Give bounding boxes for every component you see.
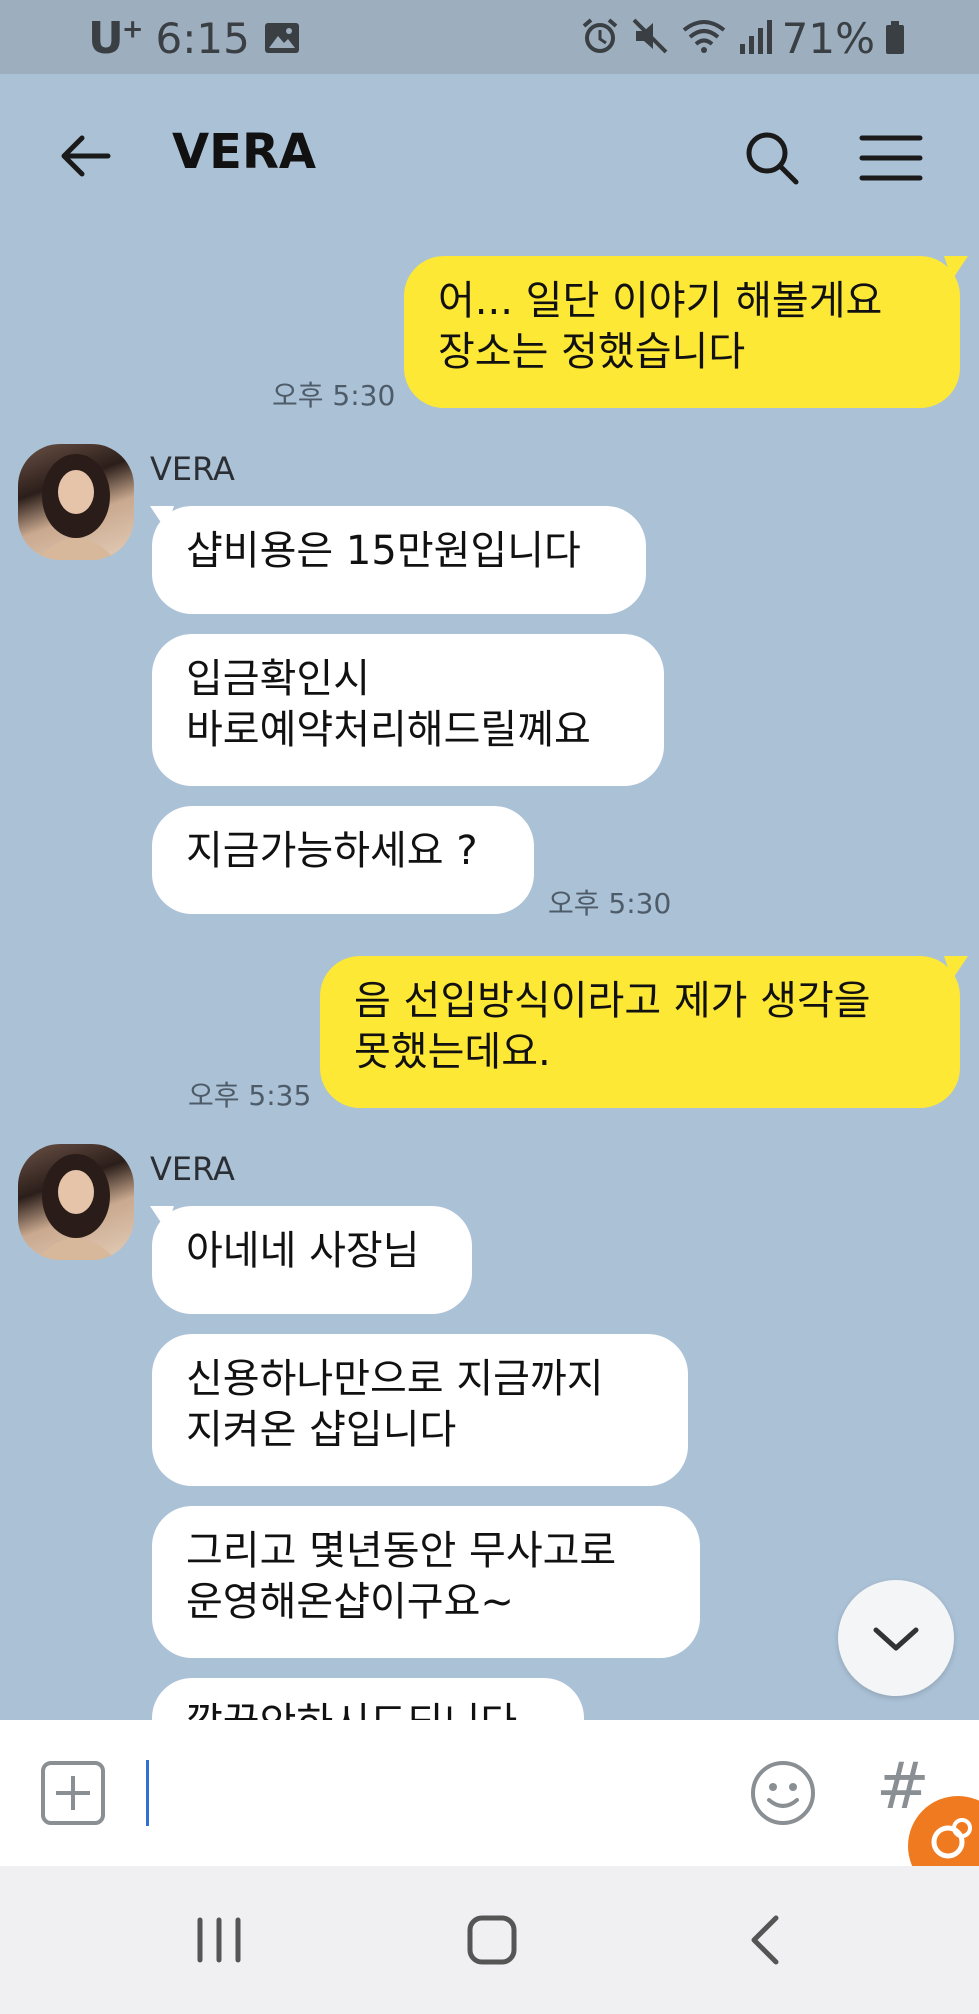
smile-icon	[751, 1761, 815, 1825]
signal-icon	[738, 16, 772, 60]
system-nav-bar	[0, 1866, 979, 2014]
message-time: 오후 5:30	[548, 887, 672, 920]
scroll-down-button[interactable]	[838, 1580, 954, 1696]
chat-title: VERA	[172, 124, 317, 180]
carrier-label: U+	[88, 12, 144, 64]
image-notification-icon	[264, 22, 300, 54]
bubble-tail	[150, 1206, 174, 1230]
battery-percent: 71%	[781, 13, 875, 63]
message-time: 오후 5:35	[188, 1079, 312, 1112]
recent-apps-button[interactable]	[194, 1916, 244, 1964]
bubble-tail	[150, 506, 174, 530]
chevron-left-icon	[751, 1915, 779, 1965]
chevron-down-icon	[873, 1627, 919, 1651]
alarm-icon	[580, 16, 620, 60]
incoming-message[interactable]: 샵비용은 15만원입니다	[152, 506, 646, 614]
outgoing-message[interactable]: 음 선입방식이라고 제가 생각을 못했는데요.	[320, 956, 960, 1108]
bubble-tail	[944, 256, 968, 280]
status-right: 71%	[580, 10, 905, 66]
avatar[interactable]	[18, 444, 134, 560]
outgoing-message[interactable]: 어... 일단 이야기 해볼게요 장소는 정했습니다	[404, 256, 960, 408]
attach-button[interactable]	[40, 1760, 106, 1826]
battery-icon	[885, 21, 905, 55]
sender-name: VERA	[150, 450, 235, 488]
emoji-button[interactable]	[748, 1758, 818, 1828]
avatar[interactable]	[18, 1144, 134, 1260]
bubble-tail	[944, 956, 968, 980]
message-input[interactable]	[144, 1758, 724, 1828]
incoming-message[interactable]: 아네네 사장님	[152, 1206, 472, 1314]
recent-apps-icon	[197, 1917, 241, 1963]
message-time: 오후 5:30	[272, 379, 396, 412]
status-time: 6:15	[155, 13, 250, 63]
incoming-message[interactable]: 지금가능하세요 ?	[152, 806, 534, 914]
arrow-left-icon	[61, 135, 111, 177]
incoming-message[interactable]: 신용하나만으로 지금까지 지켜온 샵입니다	[152, 1334, 688, 1486]
home-icon	[467, 1915, 517, 1965]
plus-square-icon	[41, 1761, 105, 1825]
back-button[interactable]	[56, 126, 116, 186]
nav-back-button[interactable]	[746, 1914, 786, 1966]
incoming-message[interactable]: 그리고 몇년동안 무사고로 운영해온샵이구요~	[152, 1506, 700, 1658]
menu-button[interactable]	[858, 132, 924, 184]
search-icon	[746, 132, 799, 185]
wifi-icon	[680, 16, 728, 60]
hamburger-menu-icon	[859, 135, 923, 181]
status-left: U+ 6:15	[88, 10, 300, 66]
status-bar: U+ 6:15 71%	[0, 0, 979, 74]
incoming-message[interactable]: 입금확인시 바로예약처리해드릴꼐요	[152, 634, 664, 786]
home-button[interactable]	[466, 1914, 518, 1966]
mute-icon	[630, 16, 670, 60]
search-button[interactable]	[742, 128, 802, 188]
text-cursor	[146, 1760, 149, 1826]
chat-header: VERA	[0, 74, 979, 244]
sender-name: VERA	[150, 1150, 235, 1188]
message-input-bar: #	[0, 1720, 979, 1866]
